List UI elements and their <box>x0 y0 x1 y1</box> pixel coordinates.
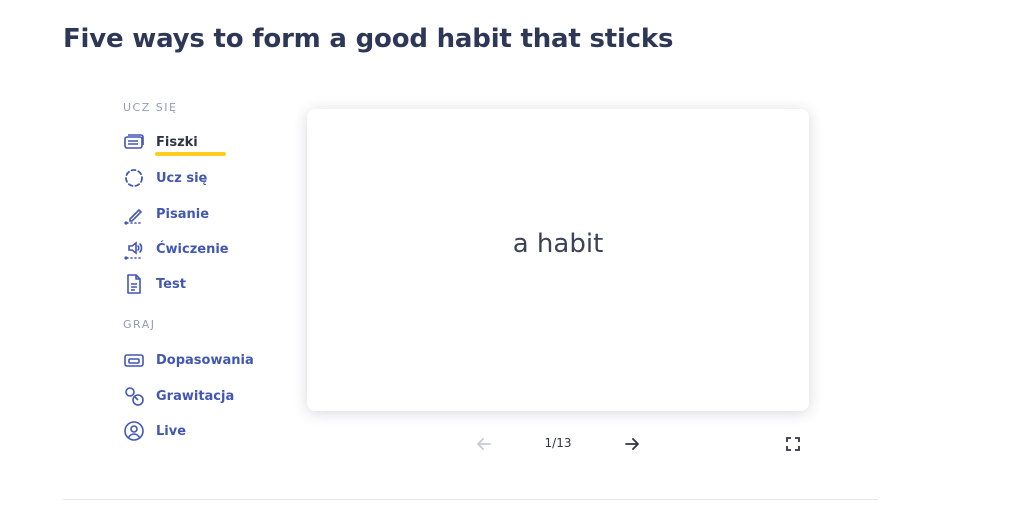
mode-write-label: Pisanie <box>156 206 210 222</box>
fullscreen-button[interactable] <box>781 432 805 456</box>
play-section-heading: GRAJ <box>123 318 156 331</box>
page-title: Five ways to form a good habit that stic… <box>63 24 674 54</box>
mode-write[interactable]: Pisanie <box>122 202 209 226</box>
mode-match[interactable]: Dopasowania <box>122 348 254 372</box>
mode-test[interactable]: Test <box>122 272 186 296</box>
fullscreen-icon <box>785 436 801 452</box>
arrow-left-icon <box>475 435 493 453</box>
study-section-heading: UCZ SIĘ <box>123 101 178 114</box>
active-mode-underline <box>155 152 226 156</box>
learn-icon <box>122 166 146 190</box>
mode-match-label: Dopasowania <box>156 352 254 368</box>
match-icon <box>122 348 146 372</box>
next-card-button[interactable] <box>620 432 644 456</box>
flashcard-term: a habit <box>512 229 604 259</box>
mode-gravity-label: Grawitacja <box>156 388 235 404</box>
mode-test-label: Test <box>156 276 186 292</box>
flashcard[interactable]: a habit <box>307 109 809 411</box>
mode-flashcards-label: Fiszki <box>156 134 198 150</box>
arrow-right-icon <box>623 435 641 453</box>
mode-spell[interactable]: Ćwiczenie <box>122 237 229 261</box>
mode-live[interactable]: Live <box>122 419 186 443</box>
mode-live-label: Live <box>156 423 187 439</box>
flashcards-icon <box>122 130 146 154</box>
mode-spell-label: Ćwiczenie <box>156 241 229 257</box>
write-icon <box>122 202 146 226</box>
spell-icon <box>122 237 146 261</box>
mode-learn[interactable]: Ucz się <box>122 166 207 190</box>
mode-learn-label: Ucz się <box>156 170 208 186</box>
card-counter: 1/13 <box>544 436 572 450</box>
gravity-icon <box>122 384 146 408</box>
mode-gravity[interactable]: Grawitacja <box>122 384 234 408</box>
section-divider <box>63 499 878 500</box>
previous-card-button[interactable] <box>472 432 496 456</box>
test-icon <box>122 272 146 296</box>
mode-flashcards[interactable]: Fiszki <box>122 130 198 154</box>
live-icon <box>122 419 146 443</box>
